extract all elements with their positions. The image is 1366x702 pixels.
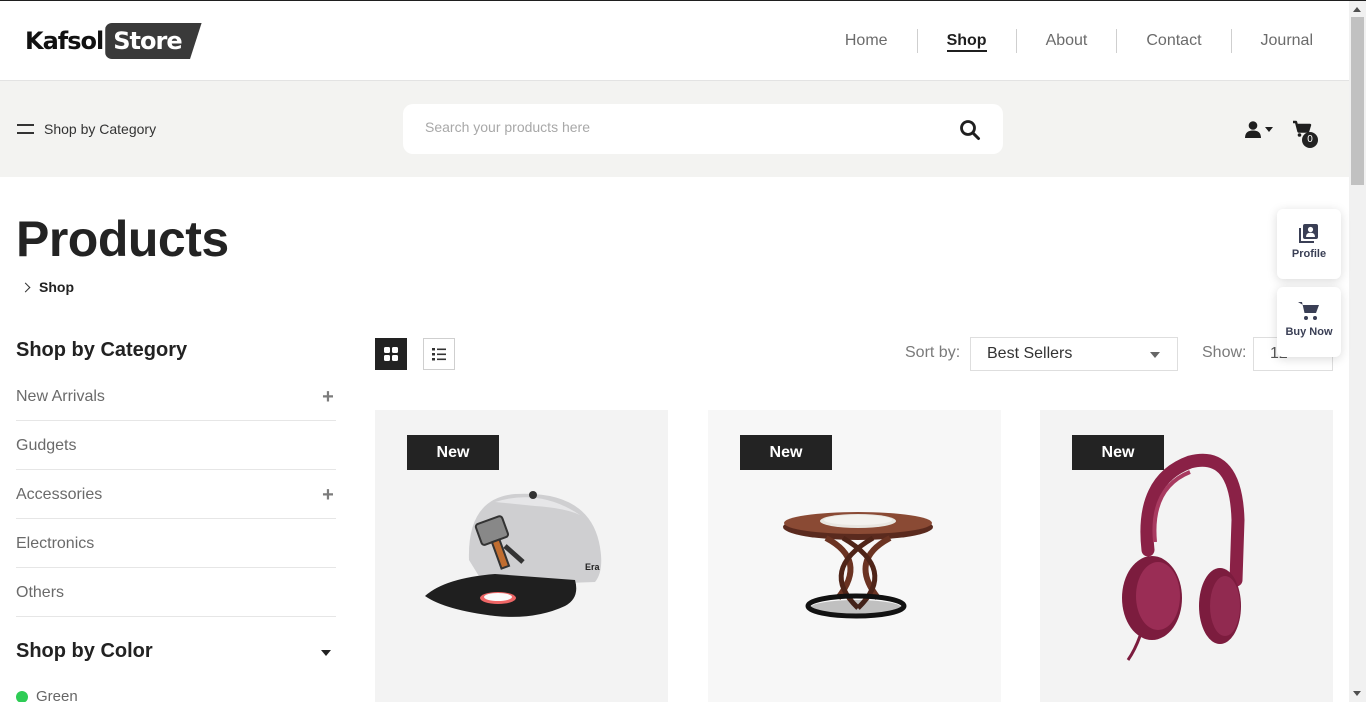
shop-by-category-label: Shop by Category (44, 121, 157, 137)
caret-down-icon (1150, 352, 1160, 358)
buy-now-widget-button[interactable]: Buy Now (1277, 287, 1341, 357)
grid-icon (384, 347, 398, 361)
nav-home-label: Home (844, 32, 888, 49)
page-scrollbar[interactable] (1349, 1, 1366, 702)
color-swatch (16, 690, 28, 702)
product-card[interactable]: New (708, 410, 1001, 702)
logo-badge: Store (105, 23, 202, 59)
category-label: Electronics (16, 535, 95, 552)
category-item[interactable]: Electronics (16, 519, 336, 568)
nav-contact-label: Contact (1146, 32, 1202, 49)
secondary-bar: Shop by Category 0 (0, 81, 1349, 177)
nav-journal[interactable]: Journal (1232, 29, 1313, 53)
nav-about-label: About (1045, 32, 1088, 49)
list-view-button[interactable] (423, 338, 455, 370)
profile-widget-button[interactable]: Profile (1277, 209, 1341, 279)
expand-plus-icon[interactable]: + (320, 386, 336, 409)
grid-view-button[interactable] (375, 338, 407, 370)
product-new-badge: New (1072, 435, 1164, 470)
list-icon (432, 348, 446, 361)
search-icon[interactable] (959, 119, 981, 141)
product-card[interactable]: New (1040, 410, 1333, 702)
store-logo[interactable]: Kafsol Store (25, 23, 202, 59)
scroll-thumb[interactable] (1351, 17, 1364, 185)
color-heading[interactable]: Shop by Color (16, 640, 153, 663)
color-label: Green (36, 688, 78, 702)
product-new-badge: New (407, 435, 499, 470)
logo-text-left: Kafsol (25, 27, 104, 55)
show-label: Show: (1202, 344, 1247, 361)
hamburger-icon (17, 124, 34, 134)
category-item[interactable]: New Arrivals + (16, 372, 336, 421)
profile-widget-label: Profile (1291, 248, 1327, 260)
nav-contact[interactable]: Contact (1117, 29, 1232, 53)
page-title: Products (16, 211, 229, 267)
color-filter-item[interactable]: Green (16, 688, 78, 702)
expand-plus-icon[interactable]: + (320, 484, 336, 507)
category-label: Accessories (16, 486, 103, 503)
svg-text:Era: Era (585, 562, 601, 572)
profile-icon (1299, 224, 1318, 243)
nav-about[interactable]: About (1017, 29, 1118, 53)
sort-value: Best Sellers (987, 345, 1073, 362)
buy-now-widget-label: Buy Now (1285, 326, 1333, 338)
breadcrumb-shop[interactable]: Shop (39, 279, 74, 295)
category-heading: Shop by Category (16, 339, 188, 361)
category-label: New Arrivals (16, 388, 105, 405)
cart-count-badge: 0 (1302, 132, 1318, 148)
nav-journal-label: Journal (1260, 32, 1313, 49)
category-label: Gudgets (16, 437, 77, 454)
cart-button[interactable]: 0 (1292, 120, 1318, 148)
nav-shop-label: Shop (946, 32, 987, 52)
logo-text-right: Store (113, 27, 182, 55)
scroll-down-icon[interactable] (1353, 691, 1361, 696)
breadcrumb: Shop (20, 279, 74, 295)
top-header: Kafsol Store Home Shop About Contact Jou… (0, 1, 1349, 81)
search-input[interactable] (425, 119, 925, 135)
sort-label: Sort by: (905, 344, 961, 361)
category-list: New Arrivals + Gudgets Accessories + Ele… (16, 372, 336, 617)
user-account-icon[interactable] (1244, 121, 1274, 139)
cart-icon (1298, 302, 1319, 320)
chevron-right-icon (20, 282, 31, 292)
product-card[interactable]: Era New (375, 410, 668, 702)
caret-down-icon[interactable] (321, 650, 331, 656)
category-item[interactable]: Accessories + (16, 470, 336, 519)
nav-shop[interactable]: Shop (918, 29, 1017, 53)
search-box (403, 104, 1003, 154)
scroll-up-icon[interactable] (1353, 7, 1361, 12)
sort-select[interactable]: Best Sellers (970, 337, 1178, 371)
product-new-badge: New (740, 435, 832, 470)
nav-home[interactable]: Home (816, 29, 918, 53)
category-label: Others (16, 584, 65, 601)
main-nav: Home Shop About Contact Journal (816, 29, 1313, 53)
category-item[interactable]: Gudgets (16, 421, 336, 470)
category-item[interactable]: Others (16, 568, 336, 617)
shop-by-category-button[interactable]: Shop by Category (17, 121, 156, 137)
